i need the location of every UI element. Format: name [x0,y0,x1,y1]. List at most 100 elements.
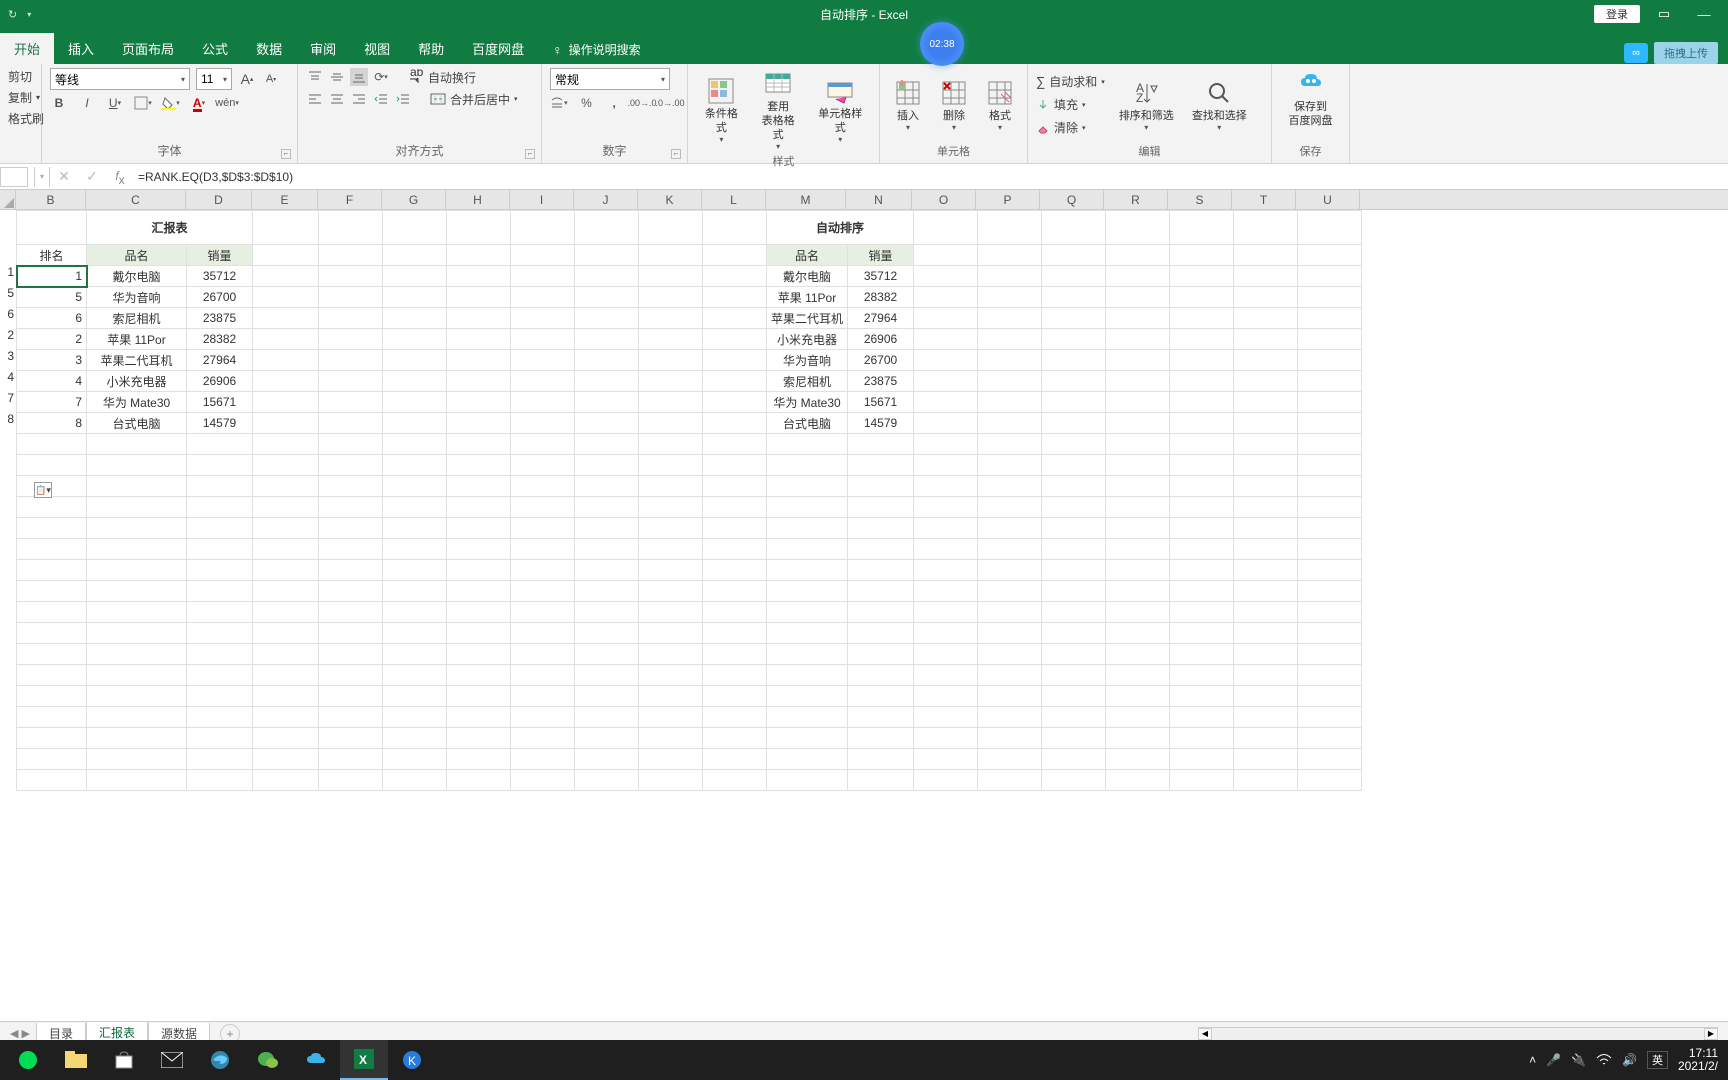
cell[interactable] [253,749,319,770]
edge-icon[interactable] [196,1040,244,1080]
cell[interactable] [703,602,767,623]
cell[interactable] [639,287,703,308]
select-all-corner[interactable] [0,190,16,210]
cell[interactable] [511,413,575,434]
column-header[interactable]: D [186,190,252,209]
cell[interactable] [848,497,914,518]
cell[interactable] [383,413,447,434]
cell[interactable] [1106,476,1170,497]
cell[interactable] [187,434,253,455]
cell[interactable] [978,686,1042,707]
cell[interactable] [639,350,703,371]
cell[interactable] [447,623,511,644]
cell[interactable] [575,770,639,791]
cell[interactable] [17,560,87,581]
merge-center-button[interactable]: 合并后居中▾ [430,91,518,108]
cell[interactable] [1042,602,1106,623]
cell[interactable] [253,308,319,329]
cell[interactable] [703,539,767,560]
cell[interactable] [914,413,978,434]
cell[interactable] [1042,518,1106,539]
cell[interactable] [1298,455,1362,476]
tab-baidu[interactable]: 百度网盘 [458,33,538,64]
cell[interactable] [17,623,87,644]
cell[interactable] [1298,350,1362,371]
cell[interactable] [978,413,1042,434]
cell[interactable] [639,707,703,728]
cell[interactable] [319,434,383,455]
align-bottom-icon[interactable] [350,68,368,86]
cell[interactable] [639,602,703,623]
cell[interactable] [1298,476,1362,497]
align-right-icon[interactable] [350,90,368,108]
cell[interactable] [253,707,319,728]
cell[interactable] [187,644,253,665]
cell[interactable] [511,644,575,665]
clear-button[interactable]: 清除▾ [1036,119,1105,136]
cell[interactable]: 1 [2,265,16,286]
cell[interactable] [319,371,383,392]
cell[interactable] [253,413,319,434]
cell[interactable] [447,455,511,476]
cell[interactable] [639,455,703,476]
cell[interactable] [447,371,511,392]
dialog-launcher-icon[interactable]: ⌐ [671,149,681,159]
file-explorer-icon[interactable] [52,1040,100,1080]
cell[interactable] [87,518,187,539]
cell[interactable] [848,518,914,539]
cell[interactable] [914,749,978,770]
cell[interactable] [978,728,1042,749]
cell[interactable] [914,392,978,413]
cell[interactable] [87,770,187,791]
column-header[interactable]: R [1104,190,1168,209]
cell[interactable] [383,434,447,455]
cell[interactable] [1298,371,1362,392]
cell[interactable] [1106,266,1170,287]
cell[interactable] [978,518,1042,539]
cell[interactable] [17,602,87,623]
cell[interactable] [87,602,187,623]
cell[interactable] [1106,497,1170,518]
cell[interactable] [1298,602,1362,623]
cell[interactable] [1042,476,1106,497]
cell[interactable] [253,518,319,539]
cell[interactable] [767,497,848,518]
cell[interactable] [575,707,639,728]
format-cells-button[interactable]: 格式▾ [980,77,1020,132]
cell[interactable] [383,728,447,749]
cell[interactable] [1298,266,1362,287]
cell[interactable] [1170,350,1234,371]
cell[interactable] [914,581,978,602]
column-header[interactable]: N [846,190,912,209]
cell[interactable] [639,476,703,497]
cell[interactable] [1234,266,1298,287]
cell[interactable] [319,749,383,770]
cell[interactable] [383,686,447,707]
cell[interactable] [978,644,1042,665]
cell[interactable] [511,623,575,644]
cell[interactable] [87,686,187,707]
tab-home[interactable]: 开始 [0,33,54,64]
cell[interactable] [1106,623,1170,644]
cell[interactable] [253,497,319,518]
cell[interactable] [914,707,978,728]
cell[interactable] [1234,392,1298,413]
cell[interactable] [575,476,639,497]
cell[interactable] [767,644,848,665]
conditional-formatting-button[interactable]: 条件格式▾ [696,75,747,144]
cell[interactable] [1234,602,1298,623]
cell[interactable] [447,644,511,665]
cell[interactable] [914,644,978,665]
cell[interactable] [87,749,187,770]
fill-color-button[interactable]: ▾ [162,94,180,112]
cell[interactable] [914,455,978,476]
cell[interactable] [1170,455,1234,476]
copy-button[interactable]: 复制▾ [8,89,33,106]
cell[interactable] [253,623,319,644]
cell[interactable] [1042,287,1106,308]
cell[interactable] [187,770,253,791]
cell[interactable] [447,602,511,623]
cell[interactable] [1042,350,1106,371]
cell[interactable] [978,308,1042,329]
cell[interactable] [319,665,383,686]
